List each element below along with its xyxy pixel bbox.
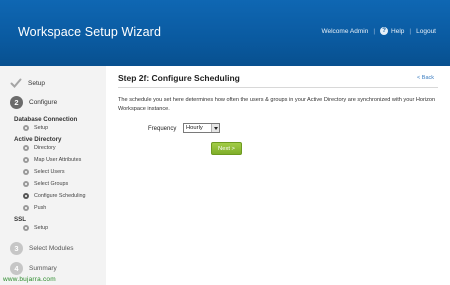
scheduling-description: The schedule you set here determines how… (118, 97, 436, 112)
step-label: Select Modules (29, 245, 74, 252)
frequency-value: Hourly (186, 125, 203, 131)
app-title: Workspace Setup Wizard (18, 25, 161, 39)
header-separator: | (409, 27, 412, 35)
next-button[interactable]: Next > (211, 142, 242, 155)
substep-select-groups[interactable]: Select Groups (23, 181, 68, 187)
bullet-icon (23, 181, 29, 187)
title-divider (118, 87, 438, 88)
header-user-menu: Welcome Admin | ? Help | Logout (321, 27, 436, 35)
bullet-icon (23, 169, 29, 175)
logout-link[interactable]: Logout (416, 28, 436, 35)
substep-label: Select Groups (34, 181, 69, 187)
bullet-icon (23, 225, 29, 231)
step-select-modules[interactable]: 3 Select Modules (10, 242, 73, 255)
substep-select-users[interactable]: Select Users (23, 169, 65, 175)
step-setup[interactable]: Setup (10, 77, 45, 89)
substep-label: Setup (34, 125, 49, 131)
back-link[interactable]: < Back (417, 75, 434, 81)
substep-label: Directory (34, 145, 56, 151)
step-number: 2 (10, 96, 23, 109)
wizard-sidebar: Setup 2 Configure Database Connection Se… (0, 66, 106, 285)
app-header: Workspace Setup Wizard Welcome Admin | ?… (0, 0, 450, 66)
frequency-label: Frequency (148, 126, 177, 132)
chevron-down-icon[interactable] (211, 124, 219, 132)
checkmark-icon (10, 77, 22, 89)
step-number: 4 (10, 262, 23, 275)
page-title: Step 2f: Configure Scheduling (118, 73, 240, 83)
help-link[interactable]: Help (391, 28, 404, 35)
step-label: Setup (28, 79, 45, 87)
substep-label: Push (34, 205, 47, 211)
substep-label: Setup (34, 225, 49, 231)
step-summary[interactable]: 4 Summary (10, 262, 57, 275)
header-separator: | (373, 27, 376, 35)
substep-directory[interactable]: Directory (23, 145, 56, 151)
watermark: www.bujarra.com (3, 276, 56, 283)
step-label: Configure (29, 99, 58, 106)
welcome-text: Welcome Admin (321, 27, 369, 35)
substep-label: Map User Attributes (34, 157, 82, 163)
current-bullet-icon (23, 193, 29, 199)
bullet-icon (23, 125, 29, 131)
substep-ssl-setup[interactable]: Setup (23, 225, 48, 231)
step-number: 3 (10, 242, 23, 255)
bullet-icon (23, 145, 29, 151)
group-database-connection: Database Connection (14, 116, 78, 123)
help-icon[interactable]: ? (380, 27, 389, 35)
group-ssl: SSL (14, 216, 27, 223)
substep-label: Select Users (34, 169, 65, 175)
frequency-select[interactable]: Hourly (183, 123, 220, 133)
substep-db-setup[interactable]: Setup (23, 125, 48, 131)
substep-configure-scheduling[interactable]: Configure Scheduling (23, 193, 86, 199)
substep-label: Configure Scheduling (34, 193, 86, 199)
bullet-icon (23, 205, 29, 211)
step-label: Summary (29, 265, 57, 272)
main-panel: Step 2f: Configure Scheduling < Back The… (106, 66, 450, 285)
substep-map-user-attributes[interactable]: Map User Attributes (23, 157, 81, 163)
group-active-directory: Active Directory (14, 136, 62, 143)
substep-push[interactable]: Push (23, 205, 46, 211)
bullet-icon (23, 157, 29, 163)
step-configure[interactable]: 2 Configure (10, 96, 57, 109)
